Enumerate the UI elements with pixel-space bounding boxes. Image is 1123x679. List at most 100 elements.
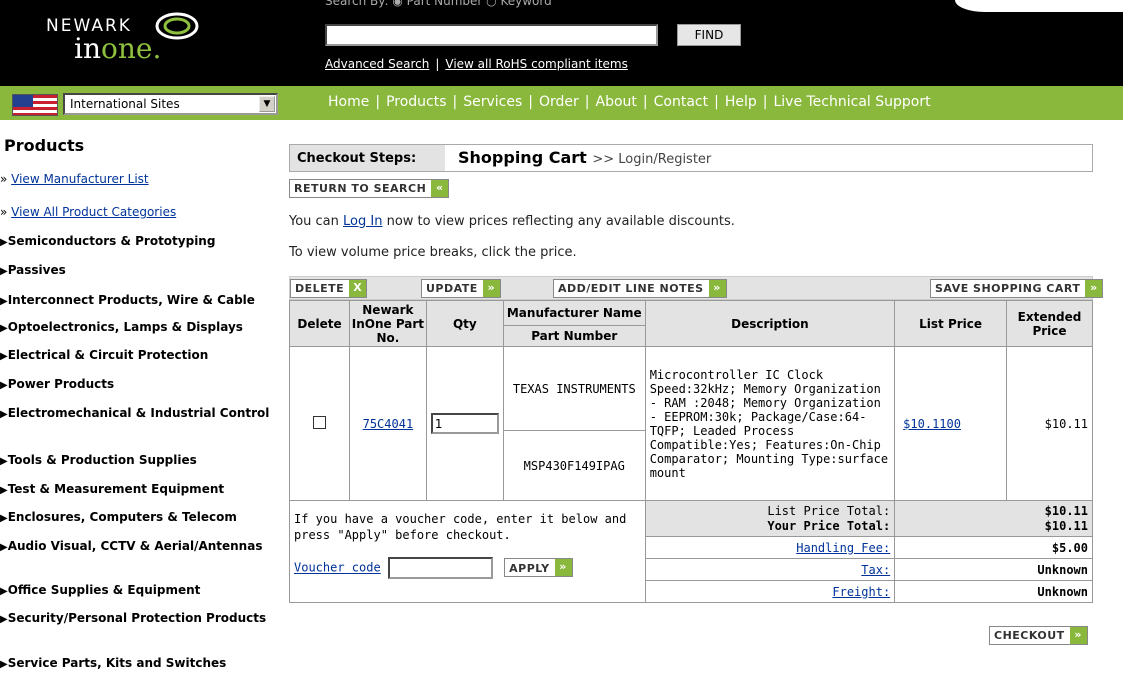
return-to-search-button[interactable]: RETURN TO SEARCH « — [289, 179, 450, 198]
rohs-link[interactable]: View all RoHS compliant items — [445, 57, 627, 71]
logo-swirl-icon — [155, 12, 199, 40]
main-nav-bar: International Sites ▼ Home | Products | Serv… — [0, 86, 1123, 120]
list-price-link[interactable]: $10.1100 — [903, 417, 961, 431]
cart-toolbar: DELETE X UPDATE» ADD/EDIT LINE NOTES» SAV… — [289, 276, 1104, 300]
us-flag-icon — [12, 94, 58, 116]
manufacturer-cell: TEXAS INSTRUMENTS — [502, 346, 646, 431]
header-links: Advanced Search | View all RoHS compliant … — [325, 57, 628, 71]
chevron-right-icon: » — [1085, 280, 1103, 297]
totals-row: If you have a voucher code, enter it bel… — [289, 500, 1093, 603]
qty-cell — [425, 346, 504, 501]
part-no-cell: 75C4041 — [348, 346, 427, 501]
freight-value: Unknown — [894, 580, 1093, 603]
nav-products[interactable]: Products — [386, 94, 446, 110]
freight-link[interactable]: Freight: — [832, 585, 890, 599]
checkout-button[interactable]: CHECKOUT» — [989, 626, 1088, 645]
col-header-part-no: Newark InOne Part No. — [348, 300, 427, 347]
col-header-delete: Delete — [289, 300, 350, 347]
category-item[interactable]: ▶Semiconductors & Prototyping — [0, 234, 275, 250]
nav-order[interactable]: Order — [539, 94, 579, 110]
update-button[interactable]: UPDATE» — [421, 279, 501, 298]
delete-button[interactable]: DELETE X — [290, 279, 368, 298]
col-header-list-price: List Price — [894, 300, 1008, 347]
table-row: 75C4041 TEXAS INSTRUMENTS Microcontrolle… — [289, 346, 1093, 501]
category-item[interactable]: ▶Tools & Production Supplies — [0, 453, 275, 469]
find-button[interactable]: FIND — [677, 24, 741, 46]
price-total-labels: List Price Total: Your Price Total: — [644, 500, 896, 537]
voucher-row: Voucher code APPLY» — [294, 557, 641, 579]
header-corner-tab — [955, 0, 1123, 12]
col-header-extended-price: Extended Price — [1006, 300, 1093, 347]
category-item[interactable]: ▶Passives — [0, 263, 275, 279]
site-header: NEWARK inone. Search By: ◉ Part Number ○… — [0, 0, 1123, 86]
category-item[interactable]: ▶Interconnect Products, Wire & Cable — [0, 293, 275, 309]
international-sites-select[interactable]: International Sites ▼ — [63, 93, 278, 115]
chevron-right-icon: » — [482, 280, 500, 297]
chevron-left-icon: « — [431, 180, 449, 197]
category-item[interactable]: ▶Test & Measurement Equipment — [0, 482, 275, 498]
handling-fee-link[interactable]: Handling Fee: — [796, 541, 890, 555]
delete-cell — [289, 346, 350, 501]
volume-price-notice: To view volume price breaks, click the p… — [289, 245, 577, 260]
search-input[interactable] — [325, 24, 658, 46]
list-price-cell: $10.1100 — [894, 346, 1008, 501]
col-header-description: Description — [644, 300, 896, 347]
quantity-input[interactable] — [430, 413, 499, 434]
dropdown-arrow-icon[interactable]: ▼ — [259, 96, 275, 112]
voucher-code-link[interactable]: Voucher code — [294, 561, 381, 575]
tax-value: Unknown — [894, 558, 1093, 581]
category-item[interactable]: ▶Security/Personal Protection Products — [0, 611, 275, 627]
next-steps: >> Login/Register — [592, 152, 712, 167]
part-no-link[interactable]: 75C4041 — [363, 417, 414, 431]
save-shopping-cart-button[interactable]: SAVE SHOPPING CART» — [930, 279, 1104, 298]
apply-button[interactable]: APPLY» — [504, 557, 573, 577]
nav-home[interactable]: Home — [328, 94, 369, 110]
chevron-right-icon: » — [708, 280, 726, 297]
nav-contact[interactable]: Contact — [654, 94, 708, 110]
sidebar-link-manufacturers: » View Manufacturer List — [0, 172, 149, 186]
handling-label-cell: Handling Fee: — [644, 536, 896, 559]
extended-price-cell: $10.11 — [1006, 346, 1093, 501]
category-item[interactable]: ▶Electromechanical & Industrial Control — [0, 406, 275, 422]
top-nav: Home | Products | Services | Order | About | Conta… — [328, 94, 931, 110]
freight-label-cell: Freight: — [644, 580, 896, 603]
nav-live-support[interactable]: Live Technical Support — [773, 94, 930, 110]
logo-word-inone: inone. — [74, 32, 162, 65]
sidebar-title: Products — [4, 136, 85, 155]
nav-services[interactable]: Services — [463, 94, 522, 110]
shopping-cart-table: Delete Newark InOne Part No. Qty Manufac… — [289, 300, 1093, 603]
category-item[interactable]: ▶Audio Visual, CCTV & Aerial/Antennas — [0, 539, 275, 555]
voucher-code-input[interactable] — [387, 557, 493, 579]
tax-label-cell: Tax: — [644, 558, 896, 581]
category-item[interactable]: ▶Electrical & Circuit Protection — [0, 348, 275, 364]
price-total-values: $10.11 $10.11 — [894, 500, 1093, 537]
newark-inone-logo[interactable]: NEWARK inone. — [46, 10, 266, 70]
tax-link[interactable]: Tax: — [861, 563, 890, 577]
category-item[interactable]: ▶Power Products — [0, 377, 275, 393]
category-item[interactable]: ▶Enclosures, Computers & Telecom — [0, 510, 275, 526]
login-link[interactable]: Log In — [343, 214, 382, 229]
chevron-right-icon: » — [1069, 627, 1087, 644]
handling-value: $5.00 — [894, 536, 1093, 559]
checkout-steps-label: Checkout Steps: — [290, 145, 445, 171]
chevron-right-icon: » — [554, 558, 572, 576]
nav-help[interactable]: Help — [725, 94, 757, 110]
description-cell: Microcontroller IC Clock Speed:32kHz; Me… — [644, 346, 896, 501]
login-notice: You can Log In now to view prices reflec… — [289, 214, 735, 229]
nav-about[interactable]: About — [596, 94, 637, 110]
sidebar-link-categories: » View All Product Categories — [0, 205, 177, 219]
category-item[interactable]: ▶Office Supplies & Equipment — [0, 583, 275, 599]
mfr-part-number-cell: MSP430F149IPAG — [502, 430, 646, 501]
search-by-options[interactable]: Search By: ◉ Part Number ○ Keyword — [325, 0, 552, 8]
category-item[interactable]: ▶Service Parts, Kits and Switches — [0, 656, 275, 672]
voucher-cell: If you have a voucher code, enter it bel… — [289, 500, 646, 603]
x-icon: X — [349, 280, 367, 297]
current-step: Shopping Cart >> Login/Register — [458, 148, 712, 167]
delete-checkbox[interactable] — [312, 415, 326, 429]
advanced-search-link[interactable]: Advanced Search — [325, 57, 429, 71]
col-header-qty: Qty — [425, 300, 504, 347]
category-item[interactable]: ▶Optoelectronics, Lamps & Displays — [0, 320, 275, 336]
checkout-steps-bar: Checkout Steps: Shopping Cart >> Login/R… — [289, 144, 1093, 172]
col-header-mfr-part-number: Part Number — [502, 325, 646, 347]
add-edit-line-notes-button[interactable]: ADD/EDIT LINE NOTES» — [553, 279, 727, 298]
